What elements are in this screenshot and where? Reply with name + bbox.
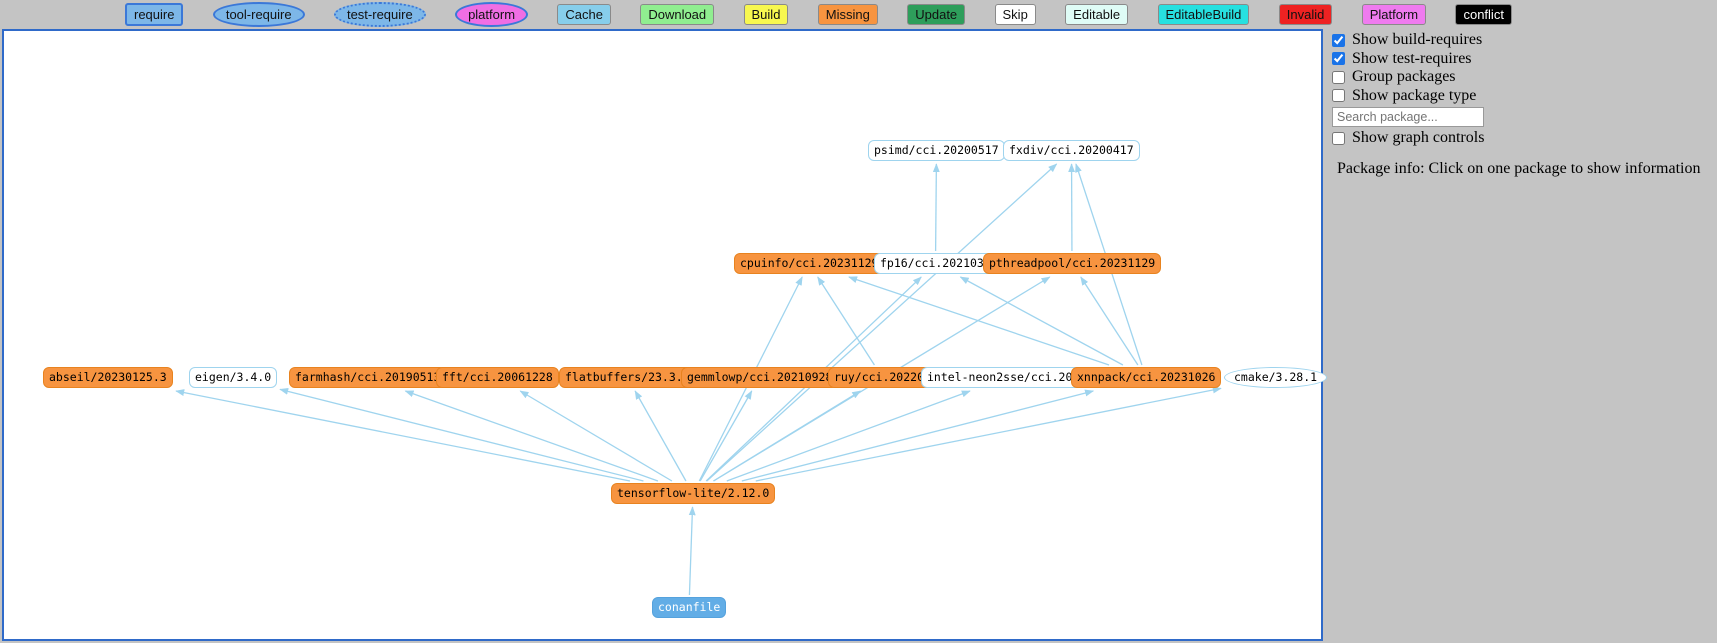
- edge-ruy-to-cpuinfo: [818, 277, 875, 365]
- node-psimd[interactable]: psimd/cci.20200517: [868, 140, 1005, 161]
- legend-item-editable: Editable: [1065, 4, 1128, 25]
- edge-tensorflow-lite-to-cmake: [756, 388, 1221, 481]
- node-farmhash[interactable]: farmhash/cci.20190513: [289, 367, 446, 388]
- edge-xnnpack-to-pthreadpool: [1081, 277, 1138, 365]
- legend-bar: require tool-require test-require platform C…: [0, 0, 1717, 29]
- legend-item-test-require: test-require: [334, 2, 426, 27]
- legend-item-platform: platform: [455, 2, 528, 27]
- legend-item-platform: Platform: [1362, 4, 1426, 25]
- option-show-test-requires[interactable]: Show test-requires: [1332, 50, 1712, 69]
- checkbox-show-build-requires[interactable]: [1332, 34, 1345, 47]
- node-gemmlowp[interactable]: gemmlowp/cci.20210928: [681, 367, 838, 388]
- option-label: Show build-requires: [1352, 31, 1482, 49]
- legend-item-build: Build: [744, 4, 789, 25]
- dependency-graph-panel[interactable]: psimd/cci.20200517fxdiv/cci.20200417 cpui…: [2, 29, 1323, 641]
- legend-item-download: Download: [640, 4, 714, 25]
- search-input[interactable]: [1332, 107, 1484, 127]
- edge-xnnpack-to-cpuinfo: [849, 277, 1109, 365]
- package-info-hint: Package info: Click on one package to sh…: [1332, 160, 1712, 178]
- edge-tensorflow-lite-to-xnnpack: [742, 391, 1093, 481]
- option-label: Show package type: [1352, 87, 1476, 105]
- node-flatbuffers[interactable]: flatbuffers/23.3.3: [559, 367, 696, 388]
- legend-item-tool-require: tool-require: [213, 2, 305, 27]
- checkbox-show-package-type[interactable]: [1332, 89, 1345, 102]
- node-fxdiv[interactable]: fxdiv/cci.20200417: [1003, 140, 1140, 161]
- legend-item-editablebuild: EditableBuild: [1158, 4, 1250, 25]
- edge-tensorflow-lite-to-eigen: [280, 389, 643, 481]
- legend-item-invalid: Invalid: [1279, 4, 1333, 25]
- graph-options-sidebar: Show build-requiresShow test-requiresGro…: [1332, 31, 1712, 178]
- edge-tensorflow-lite-to-gemmlowp: [700, 391, 752, 481]
- edge-tensorflow-lite-to-farmhash: [405, 391, 658, 481]
- legend-item-missing: Missing: [818, 4, 878, 25]
- edge-tensorflow-lite-to-abseil: [176, 391, 630, 481]
- options-bottom: Show graph controls: [1332, 129, 1712, 148]
- legend-item-conflict: conflict: [1455, 4, 1511, 25]
- edge-xnnpack-to-fp16: [960, 277, 1122, 365]
- node-eigen[interactable]: eigen/3.4.0: [189, 367, 277, 388]
- node-abseil[interactable]: abseil/20230125.3: [43, 367, 173, 388]
- legend-item-require: require: [125, 3, 183, 26]
- option-show-package-type[interactable]: Show package type: [1332, 87, 1712, 106]
- checkbox-show-test-requires[interactable]: [1332, 52, 1345, 65]
- edge-fp16-to-psimd: [936, 164, 937, 251]
- checkbox-show-graph-controls[interactable]: [1332, 132, 1345, 145]
- legend-item-cache: Cache: [557, 4, 611, 25]
- option-label: Show test-requires: [1352, 50, 1472, 68]
- node-cmake[interactable]: cmake/3.28.1: [1224, 367, 1327, 388]
- option-label: Group packages: [1352, 68, 1456, 86]
- node-pthreadpool[interactable]: pthreadpool/cci.20231129: [983, 253, 1161, 274]
- edge-tensorflow-lite-to-intel-neon2sse: [727, 391, 970, 481]
- option-show-graph-controls[interactable]: Show graph controls: [1332, 129, 1712, 148]
- node-fft[interactable]: fft/cci.20061228: [436, 367, 559, 388]
- node-tensorflow-lite[interactable]: tensorflow-lite/2.12.0: [611, 483, 775, 504]
- node-conanfile[interactable]: conanfile: [652, 597, 726, 618]
- dependency-edges: [4, 31, 1321, 639]
- checkbox-group-packages[interactable]: [1332, 71, 1345, 84]
- options-top: Show build-requiresShow test-requiresGro…: [1332, 31, 1712, 105]
- option-show-build-requires[interactable]: Show build-requires: [1332, 31, 1712, 50]
- edge-tensorflow-lite-to-ruy: [713, 391, 860, 481]
- node-xnnpack[interactable]: xnnpack/cci.20231026: [1071, 367, 1221, 388]
- edge-tensorflow-lite-to-flatbuffers: [635, 391, 686, 481]
- edge-tensorflow-lite-to-fft: [520, 391, 672, 481]
- option-group-packages[interactable]: Group packages: [1332, 68, 1712, 87]
- node-cpuinfo[interactable]: cpuinfo/cci.20231129: [734, 253, 884, 274]
- edge-tensorflow-lite-to-fxdiv: [707, 164, 1057, 481]
- node-fp16[interactable]: fp16/cci.2021032: [874, 253, 997, 274]
- edge-conanfile-to-tensorflow-lite: [689, 507, 692, 595]
- node-intel-neon2sse[interactable]: intel-neon2sse/cci.2021: [921, 367, 1092, 388]
- legend-item-update: Update: [907, 4, 965, 25]
- legend-item-skip: Skip: [995, 4, 1036, 25]
- option-label: Show graph controls: [1352, 129, 1484, 147]
